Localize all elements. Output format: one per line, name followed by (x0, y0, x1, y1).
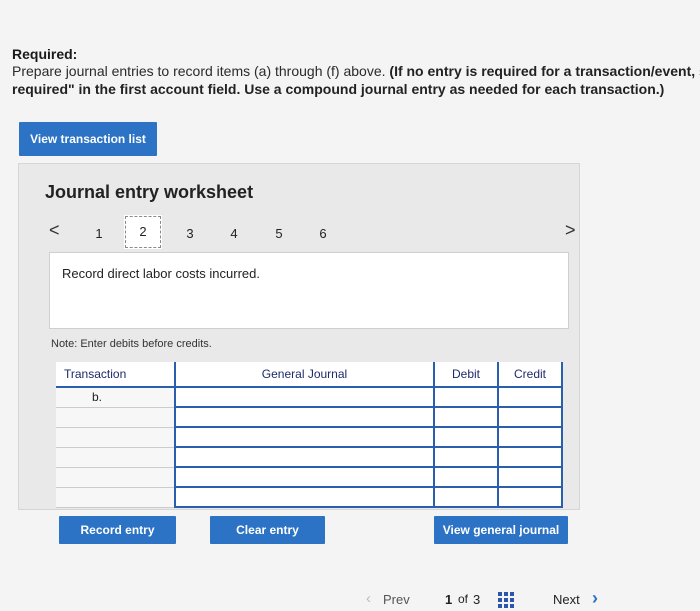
prev-entry-arrow-icon[interactable]: < (49, 220, 60, 241)
table-row: b. (56, 387, 563, 408)
footer-navigation: ‹ Prev 1 of 3 Next › (0, 587, 700, 611)
prev-chevron-icon[interactable]: ‹ (366, 590, 371, 607)
account-input[interactable] (174, 487, 435, 508)
next-button[interactable]: Next (553, 592, 580, 607)
prev-button[interactable]: Prev (383, 592, 410, 607)
debit-input[interactable] (433, 467, 499, 488)
table-row (56, 427, 563, 448)
header-general-journal: General Journal (174, 362, 435, 388)
account-input[interactable] (174, 407, 435, 428)
credit-input[interactable] (497, 447, 563, 468)
account-input[interactable] (174, 387, 435, 408)
entry-page-1[interactable]: 1 (89, 226, 109, 241)
transaction-cell (56, 407, 176, 428)
record-entry-button[interactable]: Record entry (59, 516, 176, 544)
transaction-cell (56, 467, 176, 488)
credit-input[interactable] (497, 407, 563, 428)
required-instructions-line2: required" in the first account field. Us… (12, 81, 665, 97)
transaction-cell: b. (56, 387, 176, 408)
entry-page-5[interactable]: 5 (269, 226, 289, 241)
credit-input[interactable] (497, 387, 563, 408)
view-general-journal-button[interactable]: View general journal (434, 516, 568, 544)
entry-page-2[interactable]: 2 (124, 215, 162, 249)
next-chevron-icon[interactable]: › (592, 588, 598, 609)
entry-page-3[interactable]: 3 (180, 226, 200, 241)
total-parts: 3 (473, 592, 481, 607)
view-transaction-list-button[interactable]: View transaction list (19, 122, 157, 156)
table-row (56, 447, 563, 468)
current-part: 1 (445, 592, 453, 607)
transaction-cell (56, 447, 176, 468)
required-instructions: Prepare journal entries to record items … (12, 62, 700, 98)
account-input[interactable] (174, 447, 435, 468)
journal-header-row: Transaction General Journal Debit Credit (56, 362, 563, 388)
required-section: Required: Prepare journal entries to rec… (12, 46, 700, 98)
required-title: Required: (12, 46, 78, 62)
header-credit: Credit (498, 362, 563, 388)
debit-input[interactable] (433, 407, 499, 428)
debit-input[interactable] (433, 487, 499, 508)
journal-table: Transaction General Journal Debit Credit… (56, 362, 563, 508)
table-row (56, 467, 563, 488)
credit-input[interactable] (497, 467, 563, 488)
required-instructions-bold: (If no entry is required for a transacti… (389, 63, 700, 79)
account-input[interactable] (174, 467, 435, 488)
entry-pager: < 1 2 3 4 5 6 > (19, 210, 579, 250)
part-of-label: of (458, 592, 469, 606)
next-entry-arrow-icon[interactable]: > (565, 220, 576, 241)
journal-entry-worksheet-panel: Journal entry worksheet < 1 2 3 4 5 6 > … (18, 163, 580, 544)
credit-input[interactable] (497, 427, 563, 448)
worksheet-title: Journal entry worksheet (45, 182, 254, 202)
header-debit: Debit (434, 362, 499, 388)
transaction-cell (56, 487, 176, 508)
entry-page-6[interactable]: 6 (313, 226, 333, 241)
clear-entry-button[interactable]: Clear entry (210, 516, 325, 544)
entry-page-4[interactable]: 4 (224, 226, 244, 241)
debit-input[interactable] (433, 387, 499, 408)
debit-input[interactable] (433, 447, 499, 468)
account-input[interactable] (174, 427, 435, 448)
table-row (56, 487, 563, 508)
credit-input[interactable] (497, 487, 563, 508)
table-row (56, 407, 563, 428)
entry-note: Note: Enter debits before credits. (51, 338, 212, 350)
debit-input[interactable] (433, 427, 499, 448)
transaction-description-box: Record direct labor costs incurred. (49, 252, 569, 329)
transaction-cell (56, 427, 176, 448)
transaction-description: Record direct labor costs incurred. (62, 266, 260, 281)
required-instructions-plain: Prepare journal entries to record items … (12, 63, 390, 79)
header-transaction: Transaction (56, 362, 176, 388)
grid-menu-icon[interactable] (498, 592, 514, 608)
